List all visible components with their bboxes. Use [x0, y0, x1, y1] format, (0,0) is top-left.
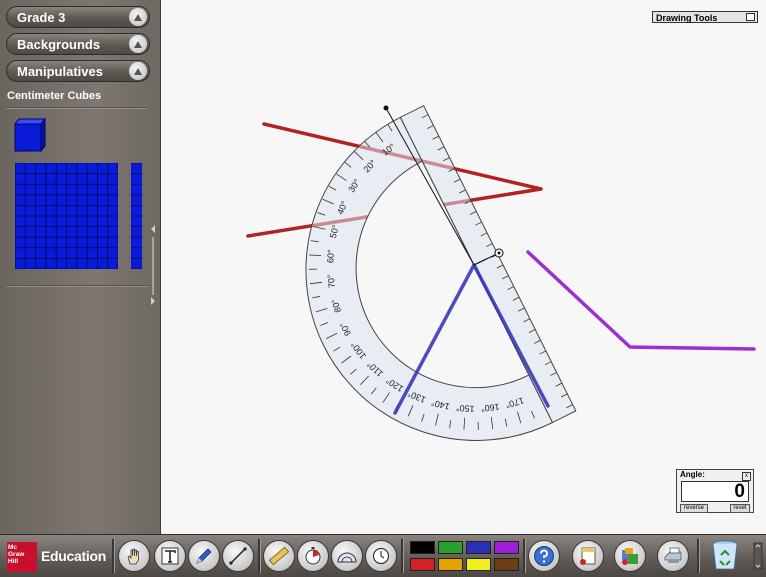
manipulatives-title: Centimeter Cubes: [7, 90, 102, 102]
close-icon[interactable]: x: [742, 472, 751, 481]
drawing-canvas[interactable]: 10° 20° 30° 40° 50° 60° 70° 80° 90° 100° 110° 120° 1…: [161, 0, 766, 534]
drawing-tools-button[interactable]: Drawing Tools: [652, 11, 758, 23]
manipulatives-section-label: Manipulatives: [17, 64, 103, 79]
ruler-tool-button[interactable]: [263, 540, 295, 572]
help-icon: [534, 546, 554, 566]
text-icon: [161, 547, 179, 565]
save-button[interactable]: [614, 540, 646, 572]
print-button[interactable]: [657, 540, 689, 572]
printer-icon: [664, 547, 682, 563]
orange-color-swatch[interactable]: [438, 558, 463, 571]
minimize-icon: [746, 13, 755, 21]
chevron-up-icon: [129, 8, 147, 26]
pen-icon: [196, 548, 212, 564]
brown-color-swatch[interactable]: [494, 558, 519, 571]
red-color-swatch[interactable]: [410, 558, 435, 571]
reverse-button[interactable]: reverse: [680, 504, 708, 513]
panel-resize-handle[interactable]: [150, 225, 156, 305]
trash-button[interactable]: [709, 539, 741, 571]
yellow-color-swatch[interactable]: [466, 558, 491, 571]
clock-tool-button[interactable]: [365, 540, 397, 572]
protractor-degree-label: 150°: [455, 403, 475, 414]
grade-section-button[interactable]: Grade 3: [6, 6, 150, 28]
drawing-tools-label: Drawing Tools: [656, 13, 718, 23]
text-tool-button[interactable]: [154, 540, 186, 572]
divider: [6, 285, 148, 287]
black-color-swatch[interactable]: [410, 541, 435, 554]
ruler-icon: [268, 546, 290, 566]
purple-drawn-line[interactable]: [526, 250, 756, 351]
save-icon: [622, 548, 638, 565]
unit-cube-manipulative[interactable]: [14, 118, 46, 152]
mcgraw-hill-logo: Mc Graw Hill: [7, 542, 37, 572]
divider: [697, 539, 700, 573]
purple-color-swatch[interactable]: [494, 541, 519, 554]
toolbar-scroll-handle[interactable]: [752, 541, 764, 571]
clear-page-button[interactable]: [572, 540, 604, 572]
backgrounds-section-label: Backgrounds: [17, 37, 101, 52]
reset-button[interactable]: reset: [730, 504, 750, 513]
stopwatch-icon: [305, 547, 321, 565]
pen-tool-button[interactable]: [188, 540, 220, 572]
grade-section-label: Grade 3: [17, 10, 66, 25]
protractor-degree-label: 160°: [480, 402, 500, 414]
bottom-toolbar: Mc Graw Hill Education: [0, 534, 766, 577]
arm-handle[interactable]: [383, 105, 389, 111]
divider: [258, 539, 261, 573]
divider: [6, 107, 148, 109]
divider: [112, 539, 115, 573]
divider: [523, 539, 526, 573]
recycle-bin-icon: [712, 540, 738, 570]
protractor-tool-overlay[interactable]: 10°20°30°40°50°60°70°80°90°100°110°120°1…: [248, 105, 577, 499]
angle-readout-panel: Angle: x 0 reverse reset: [676, 469, 754, 513]
line-icon: [229, 547, 247, 565]
angle-label: Angle:: [680, 470, 705, 479]
clock-icon: [372, 547, 390, 565]
chevron-up-icon: [129, 62, 147, 80]
protractor-tool-button[interactable]: [331, 540, 363, 572]
protractor-degree-label: 70°: [326, 274, 338, 289]
angle-value: 0: [681, 481, 749, 502]
hundred-flat-manipulative[interactable]: [15, 163, 118, 269]
hand-tool-button[interactable]: [118, 540, 150, 572]
brand-label: Education: [41, 548, 106, 564]
protractor-degree-label: 60°: [325, 249, 336, 264]
green-color-swatch[interactable]: [438, 541, 463, 554]
protractor-icon: [337, 552, 357, 563]
page-icon: [580, 547, 596, 565]
backgrounds-section-button[interactable]: Backgrounds: [6, 33, 150, 55]
divider: [401, 539, 404, 573]
ten-rod-manipulative[interactable]: [131, 163, 142, 269]
timer-tool-button[interactable]: [297, 540, 329, 572]
blue-color-swatch[interactable]: [466, 541, 491, 554]
manipulatives-section-button[interactable]: Manipulatives: [6, 60, 150, 82]
sidebar: Grade 3 Backgrounds Manipulatives Centim…: [0, 0, 161, 534]
hand-icon: [127, 548, 139, 565]
line-tool-button[interactable]: [222, 540, 254, 572]
help-button[interactable]: [528, 540, 560, 572]
chevron-up-icon: [129, 35, 147, 53]
